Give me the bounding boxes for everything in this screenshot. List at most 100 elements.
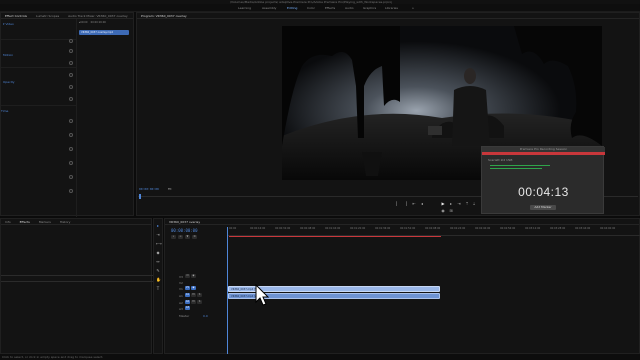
- step-back-icon[interactable]: ◂: [420, 202, 424, 206]
- tab-sequence[interactable]: VR360_0037 overlay: [165, 219, 204, 225]
- ruler-tick: 00:04:00:00: [600, 227, 616, 230]
- track-select-tool-icon[interactable]: ⇥: [156, 233, 160, 237]
- workspace-learning[interactable]: Learning: [238, 4, 251, 12]
- toggle-output-icon[interactable]: ◉: [191, 286, 196, 290]
- slip-tool-icon[interactable]: ↔: [156, 260, 160, 264]
- keyframe-toggle-icon[interactable]: [69, 161, 73, 165]
- solo-icon[interactable]: S: [197, 300, 202, 304]
- toggle-sync-lock-icon[interactable]: ⊡: [185, 274, 190, 278]
- ruler-tick: 00:00:16:00: [250, 227, 266, 230]
- hand-tool-icon[interactable]: ✋: [156, 278, 161, 282]
- vr-video-icon[interactable]: ⊞: [449, 209, 453, 213]
- divider: [1, 39, 77, 40]
- workspace-effects[interactable]: Effects: [325, 4, 335, 12]
- track-label-a1: A1: [179, 294, 183, 298]
- workspace-libraries[interactable]: Libraries: [385, 4, 398, 12]
- type-tool-icon[interactable]: T: [156, 287, 160, 291]
- fit-dropdown[interactable]: Fit: [168, 187, 172, 191]
- keyframe-toggle-icon[interactable]: [69, 49, 73, 53]
- effects-panel-tabs: Info Effects Markers History: [1, 219, 151, 225]
- ruler-tick: 00:00: [229, 227, 237, 230]
- track-label-a3: A3: [179, 307, 183, 311]
- ruler-tick: 00:00:48:00: [300, 227, 316, 230]
- keyframe-toggle-icon[interactable]: [69, 147, 73, 151]
- program-timecode[interactable]: 00:00:00:00: [139, 187, 159, 191]
- keyframe-toggle-icon[interactable]: [69, 175, 73, 179]
- track-label-master: Master: [179, 314, 190, 318]
- keyframe-toggle-icon[interactable]: [69, 39, 73, 43]
- ruler-tick: 00:02:56:00: [500, 227, 516, 230]
- track-label-v3: V3: [179, 275, 183, 279]
- tab-markers[interactable]: Markers: [35, 219, 55, 225]
- timeline-settings-icon[interactable]: ⚙: [192, 235, 197, 239]
- tools-panel: ▸ ⇥ ⟷ ◆ ↔ ✎ ✋ T: [153, 218, 163, 354]
- effect-motion[interactable]: Motion: [3, 53, 13, 57]
- linked-selection-icon[interactable]: ∞: [178, 235, 183, 239]
- effect-time-remap[interactable]: Time: [1, 109, 8, 113]
- ruler-tick: 00:01:52:00: [400, 227, 416, 230]
- timeline-timecode[interactable]: 00:00:00:00: [171, 228, 198, 233]
- clip-name: VR360_0037.mp4 [A]: [231, 295, 258, 298]
- work-area-bar[interactable]: [229, 236, 441, 237]
- ruler-tick: 00:02:24:00: [450, 227, 466, 230]
- go-to-in-icon[interactable]: ⇤: [412, 202, 416, 206]
- workspaces-bar: Learning Assembly Editing Color Effects …: [0, 4, 640, 12]
- keyframe-toggle-icon[interactable]: [69, 133, 73, 137]
- toggle-output-icon[interactable]: ◉: [191, 274, 196, 278]
- more-workspaces-icon[interactable]: »: [412, 4, 414, 12]
- mark-in-icon[interactable]: ▏: [396, 202, 400, 206]
- program-monitor-tabs: Program: VR360_0037 overlay: [137, 13, 639, 19]
- go-to-out-icon[interactable]: ⇥: [457, 202, 461, 206]
- target-track-a3[interactable]: A3: [185, 306, 190, 310]
- ruler-tick: 00:03:12:00: [525, 227, 541, 230]
- audio-meter-left: [490, 165, 550, 166]
- razor-tool-icon[interactable]: ◆: [156, 251, 160, 255]
- target-track-v1[interactable]: V1: [185, 286, 190, 290]
- selection-tool-icon[interactable]: ▸: [156, 224, 160, 228]
- add-marker-button[interactable]: Add Marker: [530, 205, 556, 210]
- export-frame-icon[interactable]: ◉: [441, 209, 445, 213]
- timeline-ruler[interactable]: 00:00 00:00:16:00 00:00:32:00 00:00:48:0…: [227, 227, 640, 236]
- extract-icon[interactable]: ⇣: [472, 202, 476, 206]
- effect-opacity[interactable]: Opacity: [3, 80, 15, 84]
- keyframe-toggle-icon[interactable]: [69, 97, 73, 101]
- timeline-tabs: VR360_0037 overlay: [165, 219, 639, 225]
- lift-icon[interactable]: ⇡: [465, 202, 469, 206]
- tab-info[interactable]: Info: [1, 219, 15, 225]
- keyframe-toggle-icon[interactable]: [69, 85, 73, 89]
- tab-history[interactable]: History: [56, 219, 75, 225]
- program-playhead[interactable]: [139, 194, 141, 199]
- track-label-v1: V1: [179, 287, 183, 291]
- workspace-audio[interactable]: Audio: [345, 4, 354, 12]
- effect-properties-list: ▾ Video Motion Opacity Time: [1, 19, 77, 217]
- add-marker-icon[interactable]: ▼: [185, 235, 190, 239]
- track-label-v2: V2: [179, 281, 183, 285]
- recording-input-label: Scarlett 2i2 USB: [488, 158, 513, 162]
- solo-icon[interactable]: S: [197, 293, 202, 297]
- tab-effects[interactable]: Effects: [16, 219, 34, 225]
- workspace-editing[interactable]: Editing: [287, 4, 297, 12]
- workspace-color[interactable]: Color: [307, 4, 315, 12]
- mark-out-icon[interactable]: ▕: [403, 202, 407, 206]
- snap-icon[interactable]: ⌖: [171, 235, 176, 239]
- pen-tool-icon[interactable]: ✎: [156, 269, 160, 273]
- effects-panel: Info Effects Markers History: [0, 218, 153, 354]
- step-forward-icon[interactable]: ▸: [449, 202, 453, 206]
- ripple-edit-tool-icon[interactable]: ⟷: [156, 242, 162, 246]
- mute-icon[interactable]: M: [191, 300, 196, 304]
- audio-meter-right: [490, 168, 542, 169]
- keyframe-toggle-icon[interactable]: [69, 189, 73, 193]
- play-icon[interactable]: ▶: [441, 202, 445, 206]
- workspace-graphics[interactable]: Graphics: [363, 4, 376, 12]
- keyframe-toggle-icon[interactable]: [69, 61, 73, 65]
- workspace-assembly[interactable]: Assembly: [262, 4, 276, 12]
- keyframe-toggle-icon[interactable]: [69, 119, 73, 123]
- target-track-a1[interactable]: A1: [185, 293, 190, 297]
- mute-icon[interactable]: M: [191, 293, 196, 297]
- keyframe-toggle-icon[interactable]: [69, 73, 73, 77]
- master-volume-value[interactable]: 0.0: [203, 314, 208, 318]
- tab-program[interactable]: Program: VR360_0037 overlay: [137, 13, 191, 19]
- target-track-a2[interactable]: A2: [185, 300, 190, 304]
- selected-clip-chip[interactable]: VR360_0037 overlay.mp4: [79, 30, 129, 35]
- recording-session-window[interactable]: Premiere Pro Recording Session Scarlett …: [481, 146, 605, 214]
